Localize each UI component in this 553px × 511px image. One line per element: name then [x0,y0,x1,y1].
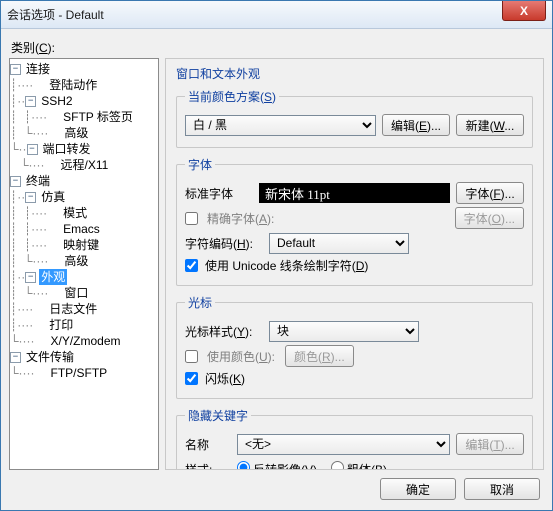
exact-font-checkbox[interactable] [185,212,198,225]
tree-item-mapkeys[interactable]: ┊ ┊····映射键 [10,237,158,253]
scheme-edit-button[interactable]: 编辑(E)... [382,114,450,136]
tree-item-print[interactable]: ┊····打印 [10,317,158,333]
bold-radio-label[interactable]: 粗体(B) [331,461,387,471]
tree-item-advanced2[interactable]: ┊ └····高级 [10,253,158,269]
tree-item-window[interactable]: ┊ └····窗口 [10,285,158,301]
tree-item-advanced[interactable]: ┊ └····高级 [10,125,158,141]
hidden-style-label: 样式: [185,461,231,471]
settings-pane: 窗口和文本外观 当前颜色方案(S) 白 / 黑 编辑(E)... 新建(W...… [165,58,544,470]
hidden-name-label: 名称 [185,436,231,453]
tree-item-mode[interactable]: ┊ ┊····模式 [10,205,158,221]
exact-font-button: 字体(O)... [455,207,524,229]
blink-checkbox[interactable] [185,372,198,385]
legend-fonts: 字体 [185,156,215,173]
tree-item-ssh2[interactable]: ┊··−SSH2 [10,93,158,109]
tree-item-login[interactable]: ┊····登陆动作 [10,77,158,93]
std-font-display: 新宋体 11pt [259,183,450,203]
cursor-style-label: 光标样式(Y): [185,323,263,340]
blink-label: 闪烁(K) [205,370,245,387]
category-tree[interactable]: −连接 ┊····登陆动作 ┊··−SSH2 ┊ ┊····SFTP 标签页 ┊… [9,58,159,470]
tree-item-emulation[interactable]: ┊··−仿真 [10,189,158,205]
tree-item-logfile[interactable]: ┊····日志文件 [10,301,158,317]
group-color-scheme: 当前颜色方案(S) 白 / 黑 编辑(E)... 新建(W... [176,88,533,148]
unicode-lines-checkbox[interactable] [185,259,198,272]
close-icon: X [520,4,528,18]
close-button[interactable]: X [502,1,546,21]
encoding-select[interactable]: Default [269,233,409,254]
hidden-edit-button: 编辑(T)... [456,433,524,455]
dialog-body: 类别(C): −连接 ┊····登陆动作 ┊··−SSH2 ┊ ┊····SFT… [1,29,552,510]
tree-item-appearance[interactable]: ┊··−外观 [10,269,158,285]
tree-item-emacs[interactable]: ┊ ┊····Emacs [10,221,158,237]
tree-item-ftp-sftp[interactable]: └····FTP/SFTP [10,365,158,381]
collapse-icon[interactable]: − [10,64,21,75]
collapse-icon[interactable]: − [10,352,21,363]
bold-radio[interactable] [331,461,344,471]
tree-item-connection[interactable]: −连接 [10,61,158,77]
std-font-label: 标准字体 [185,185,253,202]
tree-item-sftp-tab[interactable]: ┊ ┊····SFTP 标签页 [10,109,158,125]
reverse-radio[interactable] [237,461,250,471]
dialog-window: 会话选项 - Default X 类别(C): −连接 ┊····登陆动作 ┊·… [0,0,553,511]
legend-cursor: 光标 [185,294,215,311]
category-label: 类别(C): [11,39,544,56]
std-font-button[interactable]: 字体(F)... [456,182,524,204]
window-title: 会话选项 - Default [7,6,104,23]
pane-title: 窗口和文本外观 [176,65,533,82]
group-fonts: 字体 标准字体 新宋体 11pt 字体(F)... 精确字体(A): 字体(O)… [176,156,533,286]
titlebar[interactable]: 会话选项 - Default X [1,1,552,29]
tree-item-filetransfer[interactable]: −文件传输 [10,349,158,365]
cancel-button[interactable]: 取消 [464,478,540,500]
collapse-icon[interactable]: − [25,192,36,203]
scheme-new-button[interactable]: 新建(W... [456,114,524,136]
reverse-radio-label[interactable]: 反转影像(V) [237,461,317,471]
cursor-style-select[interactable]: 块 [269,321,419,342]
legend-scheme: 当前颜色方案(S) [185,88,279,105]
legend-hidden: 隐藏关键字 [185,407,251,424]
group-cursor: 光标 光标样式(Y): 块 使用颜色(U): 颜色(R)... 闪烁(K) [176,294,533,399]
use-color-label: 使用颜色(U): [207,348,279,365]
exact-font-label: 精确字体(A): [207,210,449,227]
group-hidden-keywords: 隐藏关键字 名称 <无> 编辑(T)... 样式: 反转影像(V) 粗体(B) [176,407,533,470]
tree-item-xyzmodem[interactable]: └····X/Y/Zmodem [10,333,158,349]
dialog-buttons: 确定 取消 [9,470,544,502]
collapse-icon[interactable]: − [25,96,36,107]
collapse-icon[interactable]: − [27,144,38,155]
scheme-select[interactable]: 白 / 黑 [185,115,376,136]
encoding-label: 字符编码(H): [185,235,263,252]
tree-item-terminal[interactable]: −终端 [10,173,158,189]
tree-item-remote-x11[interactable]: └····远程/X11 [10,157,158,173]
ok-button[interactable]: 确定 [380,478,456,500]
unicode-lines-label: 使用 Unicode 线条绘制字符(D) [205,257,368,274]
hidden-name-select[interactable]: <无> [237,434,450,455]
collapse-icon[interactable]: − [25,272,36,283]
cursor-color-button: 颜色(R)... [285,345,354,367]
collapse-icon[interactable]: − [10,176,21,187]
tree-item-port-forward[interactable]: └··−端口转发 [10,141,158,157]
use-color-checkbox[interactable] [185,350,198,363]
